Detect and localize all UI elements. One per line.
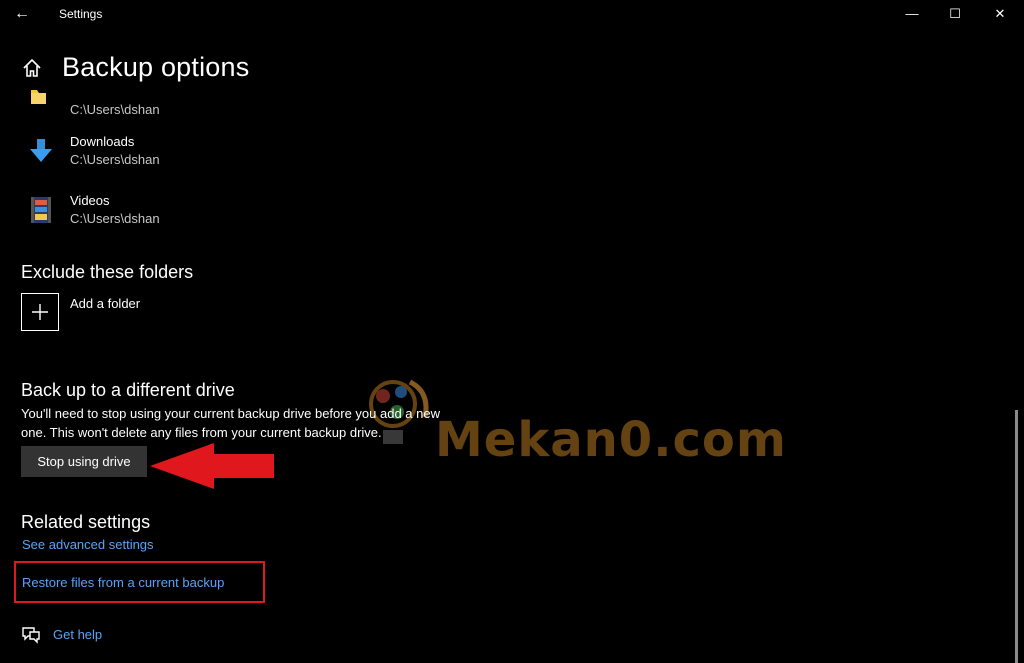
stop-using-drive-button[interactable]: Stop using drive [21, 446, 147, 477]
get-help-link[interactable]: Get help [53, 627, 102, 642]
add-folder-label[interactable]: Add a folder [70, 296, 140, 311]
folder-path: C:\Users\dshan [70, 102, 160, 117]
minimize-icon[interactable]: — [889, 2, 935, 26]
downloads-icon [24, 134, 58, 168]
exclude-heading: Exclude these folders [21, 262, 194, 282]
maximize-icon[interactable]: ☐ [932, 2, 978, 26]
advanced-settings-link[interactable]: See advanced settings [22, 537, 154, 552]
help-chat-icon[interactable] [21, 624, 41, 644]
related-heading: Related settings [21, 512, 151, 532]
watermark-text: Mekan0.com [435, 412, 787, 468]
add-folder-button[interactable] [21, 293, 59, 331]
red-arrow-annotation [150, 443, 274, 489]
close-icon[interactable]: ✕ [977, 2, 1023, 26]
videos-icon [24, 193, 58, 227]
drive-description: You'll need to stop using your current b… [21, 406, 440, 440]
folder-item-documents[interactable]: C:\Users\dshan [24, 84, 424, 124]
restore-files-link[interactable]: Restore files from a current backup [22, 575, 224, 590]
back-arrow-icon[interactable]: ← [12, 4, 32, 24]
home-icon[interactable] [21, 57, 43, 79]
folder-icon [24, 84, 58, 118]
folder-name: Downloads [70, 134, 135, 149]
title-bar: ← Settings — ☐ ✕ [0, 0, 1024, 28]
drive-heading: Back up to a different drive [21, 380, 235, 400]
page-title: Backup options [62, 52, 250, 82]
folder-name: Videos [70, 193, 110, 208]
folder-path: C:\Users\dshan [70, 211, 160, 226]
window-title: Settings [59, 7, 103, 21]
folder-item-downloads[interactable]: Downloads C:\Users\dshan [24, 134, 424, 174]
folder-path: C:\Users\dshan [70, 152, 160, 167]
scrollbar-thumb[interactable] [1015, 410, 1018, 663]
plus-icon [32, 304, 48, 320]
folder-item-videos[interactable]: Videos C:\Users\dshan [24, 193, 424, 233]
